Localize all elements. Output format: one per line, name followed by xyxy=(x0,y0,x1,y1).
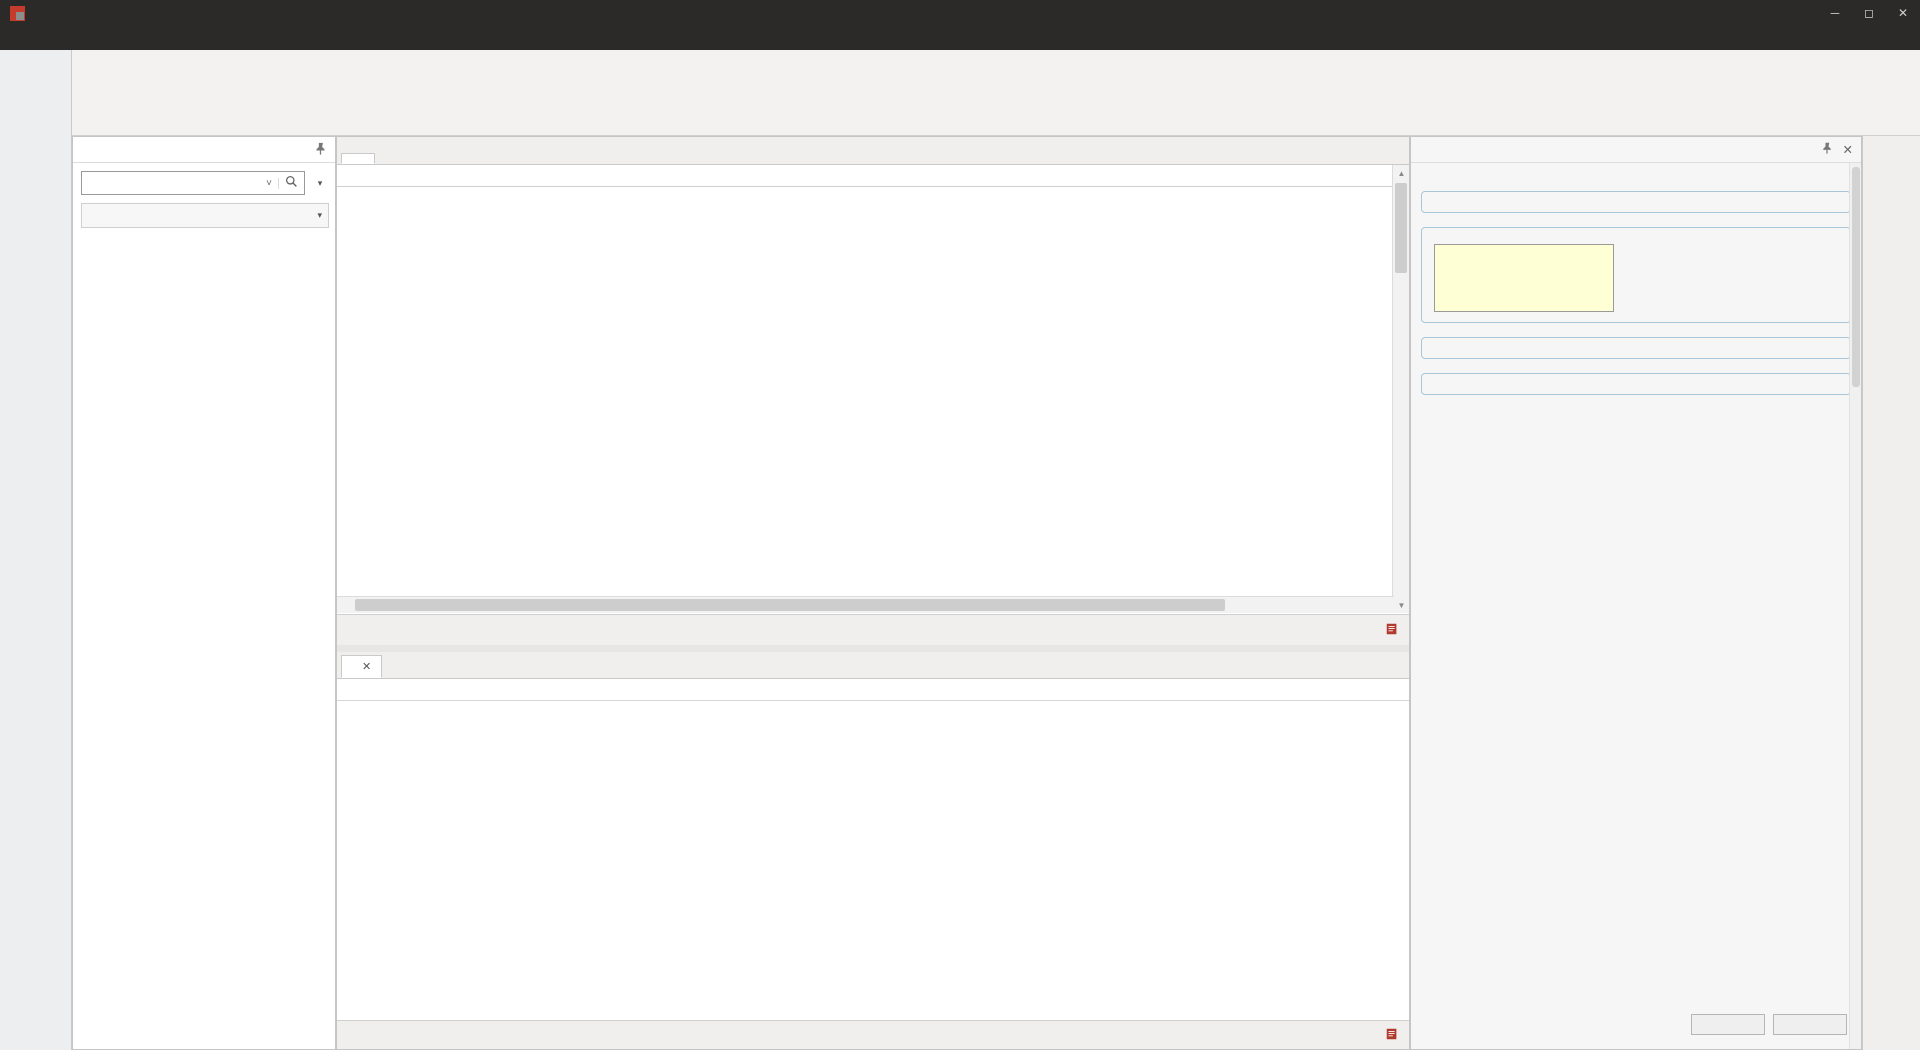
items-table-body xyxy=(337,701,1409,1019)
navigation-panel-header xyxy=(73,137,335,163)
items-table-footer xyxy=(337,1020,1409,1049)
add-filter-button[interactable]: ▾ xyxy=(81,203,329,228)
title-bar: ─ ◻ ✕ xyxy=(0,0,1920,26)
pin-icon[interactable] xyxy=(314,142,327,158)
scroll-up-icon[interactable]: ▲ xyxy=(1393,165,1410,181)
tab-rooms[interactable] xyxy=(341,153,375,164)
pin-icon[interactable] xyxy=(1821,142,1833,157)
minimize-icon[interactable]: ─ xyxy=(1818,0,1852,26)
undo-button[interactable] xyxy=(1691,1014,1765,1035)
properties-panel: ✕ xyxy=(1410,136,1862,1050)
rooms-table-header xyxy=(337,165,1394,187)
scroll-down-icon[interactable]: ▼ xyxy=(1393,597,1410,613)
search-icon[interactable] xyxy=(279,175,304,191)
close-icon[interactable]: ✕ xyxy=(1843,142,1853,157)
chevron-down-icon[interactable]: ˅ xyxy=(260,178,279,189)
navigation-panel: ˅ ▾ ▾ xyxy=(72,136,336,1050)
chevron-down-icon[interactable]: ▾ xyxy=(311,171,329,195)
section-areas xyxy=(1421,373,1851,395)
properties-toolbar xyxy=(1862,136,1920,1050)
search-input[interactable]: ˅ xyxy=(81,171,305,195)
ribbon xyxy=(72,50,1920,136)
rooms-table-footer xyxy=(337,614,1409,645)
items-tab-strip: ✕ xyxy=(337,652,1409,679)
tab-room-items[interactable]: ✕ xyxy=(341,655,382,678)
report-book-icon[interactable] xyxy=(1385,622,1399,639)
drofus-window: ─ ◻ ✕ ˅ ▾ ▾ xyxy=(0,0,1920,1050)
module-sidebar xyxy=(0,50,72,1050)
app-logo-icon xyxy=(10,6,25,21)
section-group xyxy=(1421,337,1851,359)
maximize-icon[interactable]: ◻ xyxy=(1852,0,1886,26)
horizontal-scrollbar[interactable] xyxy=(337,596,1394,613)
section-name-number xyxy=(1421,191,1851,213)
save-button[interactable] xyxy=(1773,1014,1847,1035)
room-summary xyxy=(1411,163,1861,177)
panel-splitter[interactable] xyxy=(337,645,1409,652)
properties-header: ✕ xyxy=(1411,137,1861,163)
report-book-icon[interactable] xyxy=(1385,1027,1399,1044)
chevron-down-icon[interactable]: ▾ xyxy=(317,210,322,221)
rooms-tab-strip xyxy=(337,137,1409,165)
vertical-scrollbar[interactable]: ▲ ▼ xyxy=(1392,165,1409,613)
section-memo xyxy=(1421,227,1851,323)
rooms-workspace: ▲ ▼ ✕ xyxy=(336,136,1410,1050)
vertical-scrollbar[interactable] xyxy=(1849,163,1861,1050)
items-table-header xyxy=(337,679,1409,701)
ribbon-tab-bar xyxy=(0,26,1920,50)
close-icon[interactable]: ✕ xyxy=(1886,0,1920,26)
scrollbar-thumb[interactable] xyxy=(355,599,1225,611)
scrollbar-thumb[interactable] xyxy=(1395,183,1407,273)
memo-textarea[interactable] xyxy=(1434,244,1614,312)
close-icon[interactable]: ✕ xyxy=(362,660,371,673)
